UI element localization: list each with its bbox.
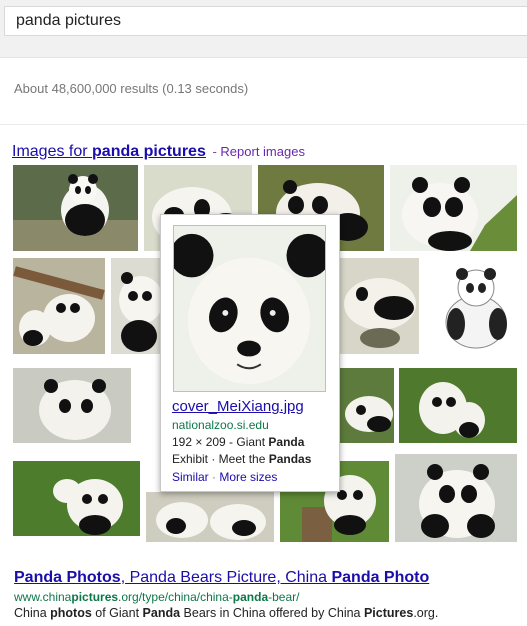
link-separator: · (208, 470, 220, 484)
images-header-link[interactable]: Images for panda pictures (12, 143, 206, 160)
image-thumbnail[interactable] (146, 492, 274, 542)
preview-image[interactable] (173, 225, 326, 392)
image-thumbnail[interactable] (339, 368, 394, 443)
image-thumbnail[interactable] (13, 368, 131, 443)
result-title-link[interactable]: Panda Photos, Panda Bears Picture, China… (14, 569, 429, 587)
url-part: panda (232, 590, 269, 604)
images-header: Images for panda pictures - Report image… (12, 143, 305, 161)
images-header-separator: - (208, 144, 221, 159)
snippet-part: of Giant (91, 606, 143, 620)
result-title-part: Panda Photos (14, 569, 121, 586)
snippet-part: Pictures (363, 606, 414, 620)
preview-description: 192 × 209 - Giant Panda Exhibit · Meet t… (172, 434, 332, 468)
image-thumbnail[interactable] (340, 258, 419, 354)
image-thumbnail[interactable] (13, 258, 105, 354)
result-url: www.chinapictures.org/type/china/china-p… (14, 590, 299, 604)
preview-title-link[interactable]: cover_MeiXiang.jpg (172, 398, 304, 415)
snippet-part: Bears in China offered by China (180, 606, 364, 620)
snippet-part: China (14, 606, 51, 620)
similar-link[interactable]: Similar (172, 470, 209, 484)
image-thumbnail[interactable] (13, 165, 138, 251)
more-sizes-link[interactable]: More sizes (219, 470, 277, 484)
url-part: -bear/ (268, 590, 300, 604)
url-part: pictures (71, 590, 119, 604)
report-images-link[interactable]: Report images (220, 144, 305, 159)
preview-desc-text: Exhibit · Meet the (172, 452, 269, 466)
image-thumbnail[interactable] (426, 258, 517, 354)
image-thumbnail[interactable] (395, 454, 517, 542)
snippet-part: Panda (142, 606, 181, 620)
preview-dims: 192 × 209 - Giant (172, 435, 269, 449)
preview-dims-bold: Panda (268, 435, 305, 449)
snippet-part: photos (50, 606, 92, 620)
preview-desc-bold: Pandas (268, 452, 312, 466)
preview-domain: nationalzoo.si.edu (172, 418, 269, 432)
result-title-part: Panda Photo (331, 569, 430, 586)
images-header-prefix: Images for (12, 143, 93, 160)
image-preview-popup[interactable]: cover_MeiXiang.jpg nationalzoo.si.edu 19… (160, 214, 340, 492)
image-thumbnail[interactable] (390, 165, 517, 251)
preview-links: Similar · More sizes (172, 470, 277, 484)
search-query: panda pictures (16, 12, 121, 29)
url-part: www.china (14, 590, 72, 604)
top-bar: panda pictures (0, 0, 527, 58)
url-part: .org/type/china/china- (118, 590, 233, 604)
image-thumbnail[interactable] (111, 258, 160, 354)
images-header-query: panda pictures (92, 143, 206, 160)
result-title-part: , Panda Bears Picture, China (120, 569, 332, 586)
search-input[interactable]: panda pictures (4, 6, 527, 36)
image-thumbnail[interactable] (13, 461, 140, 536)
snippet-part: .org. (413, 606, 439, 620)
image-thumbnail[interactable] (399, 368, 517, 443)
result-stats: About 48,600,000 results (0.13 seconds) (14, 81, 249, 96)
result-snippet: China photos of Giant Panda Bears in Chi… (14, 606, 438, 620)
divider (0, 124, 527, 125)
